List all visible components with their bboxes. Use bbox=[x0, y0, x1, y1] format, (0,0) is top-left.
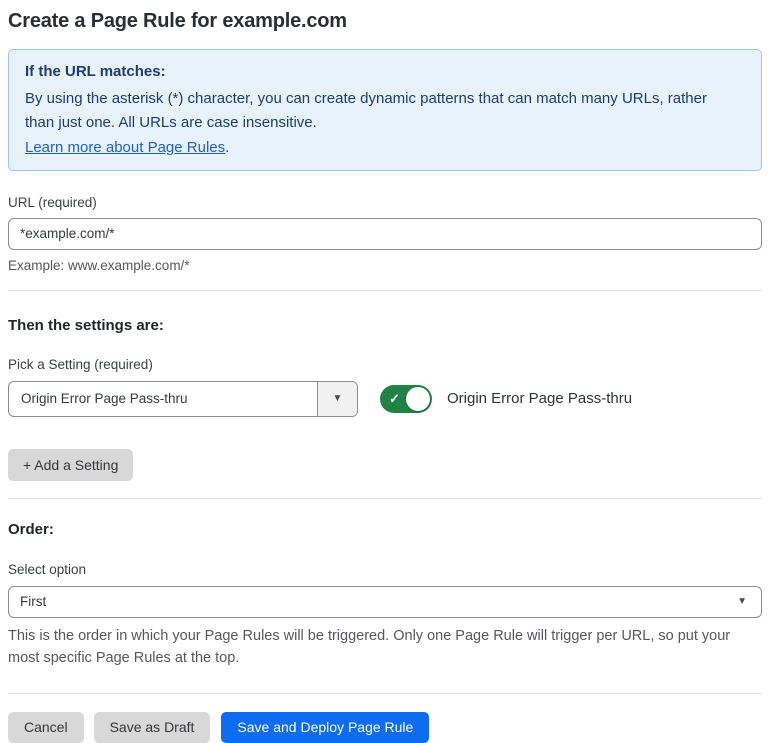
info-box-heading: If the URL matches: bbox=[25, 63, 166, 80]
cancel-button[interactable]: Cancel bbox=[8, 711, 84, 743]
order-select-value: First bbox=[20, 594, 47, 610]
check-icon: ✓ bbox=[389, 390, 400, 406]
url-example-helper: Example: www.example.com/* bbox=[8, 257, 190, 273]
setting-picker-label: Pick a Setting (required) bbox=[8, 356, 153, 372]
setting-combobox-open-button[interactable]: ▼ bbox=[317, 381, 357, 416]
divider bbox=[8, 289, 762, 291]
divider bbox=[8, 692, 762, 694]
order-section-heading: Order: bbox=[8, 520, 54, 538]
toggle-knob[interactable] bbox=[406, 386, 430, 411]
url-field-label: URL (required) bbox=[8, 194, 97, 210]
divider bbox=[8, 497, 762, 499]
footer-actions: Cancel Save as Draft Save and Deploy Pag… bbox=[8, 711, 762, 743]
url-input[interactable] bbox=[8, 217, 762, 250]
page-rule-form: Create a Page Rule for example.com If th… bbox=[0, 0, 770, 743]
chevron-down-icon: ▼ bbox=[737, 595, 747, 607]
save-and-deploy-button[interactable]: Save and Deploy Page Rule bbox=[221, 711, 430, 743]
order-helper-text: This is the order in which your Page Rul… bbox=[8, 627, 731, 667]
learn-more-link[interactable]: Learn more about Page Rules bbox=[25, 139, 225, 156]
setting-toggle[interactable]: ✓ bbox=[380, 384, 432, 413]
setting-combobox-value[interactable]: Origin Error Page Pass-thru bbox=[9, 382, 317, 416]
link-suffix: . bbox=[225, 138, 230, 156]
page-title: Create a Page Rule for example.com bbox=[8, 10, 347, 32]
info-box-link-line: Learn more about Page Rules. bbox=[25, 139, 745, 156]
order-select-label: Select option bbox=[8, 561, 87, 577]
setting-row: Origin Error Page Pass-thru ▼ ✓ Origin E… bbox=[8, 380, 762, 417]
chevron-down-icon: ▼ bbox=[332, 392, 343, 404]
url-match-info-box: If the URL matches: By using the asteris… bbox=[8, 49, 762, 171]
order-select[interactable]: First ▼ bbox=[8, 585, 762, 618]
add-setting-button[interactable]: + Add a Setting bbox=[8, 448, 134, 481]
info-box-body: By using the asterisk (*) character, you… bbox=[25, 90, 707, 132]
setting-toggle-label: Origin Error Page Pass-thru bbox=[447, 390, 633, 408]
save-as-draft-button[interactable]: Save as Draft bbox=[93, 711, 211, 743]
settings-section-heading: Then the settings are: bbox=[8, 316, 164, 334]
setting-combobox[interactable]: Origin Error Page Pass-thru ▼ bbox=[8, 380, 358, 417]
